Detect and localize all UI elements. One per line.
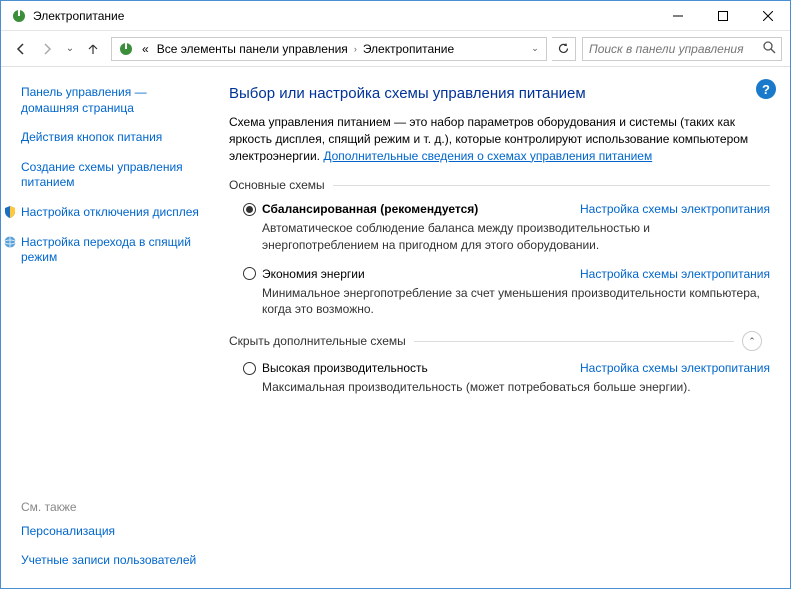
refresh-button[interactable] <box>552 37 576 61</box>
sidebar-link-label: Настройка перехода в спящий режим <box>21 235 201 266</box>
see-also-label: См. также <box>21 500 201 514</box>
plan-description: Минимальное энергопотребление за счет ум… <box>262 285 770 317</box>
power-plan: Экономия энергии Настройка схемы электро… <box>243 267 770 317</box>
page-heading: Выбор или настройка схемы управления пит… <box>229 85 770 102</box>
search-input[interactable] <box>583 42 757 56</box>
power-options-icon <box>118 41 134 57</box>
maximize-button[interactable] <box>700 1 745 30</box>
plan-radio[interactable] <box>243 267 256 280</box>
chevron-up-icon[interactable]: ⌃ <box>742 331 762 351</box>
sidebar-link[interactable]: Настройка перехода в спящий режим <box>3 235 201 266</box>
plan-settings-link[interactable]: Настройка схемы электропитания <box>580 361 770 375</box>
minimize-button[interactable] <box>655 1 700 30</box>
power-plan: Сбалансированная (рекомендуется) Настрой… <box>243 202 770 252</box>
plan-description: Автоматическое соблюдение баланса между … <box>262 220 770 252</box>
help-button[interactable]: ? <box>756 79 776 99</box>
close-button[interactable] <box>745 1 790 30</box>
forward-button[interactable] <box>35 37 59 61</box>
power-plan: Высокая производительность Настройка схе… <box>243 361 770 395</box>
learn-more-link[interactable]: Дополнительные сведения о схемах управле… <box>323 149 652 163</box>
sidebar-link[interactable]: Создание схемы управления питанием <box>21 160 201 191</box>
power-options-icon <box>11 8 27 24</box>
search-box[interactable] <box>582 37 782 61</box>
content-area: ? Выбор или настройка схемы управления п… <box>211 67 790 587</box>
globe-icon <box>3 235 17 249</box>
window-title: Электропитание <box>33 9 655 23</box>
plan-radio[interactable] <box>243 362 256 375</box>
shield-icon <box>3 205 17 219</box>
section-header-extra[interactable]: Скрыть дополнительные схемы ⌃ <box>229 331 770 351</box>
address-dropdown[interactable]: ⌄ <box>526 43 544 54</box>
page-description: Схема управления питанием — это набор па… <box>229 114 770 164</box>
control-panel-home-link[interactable]: Панель управления — домашняя страница <box>21 85 201 116</box>
sidebar-link[interactable]: Действия кнопок питания <box>21 130 201 146</box>
breadcrumb-prefix: « <box>138 42 153 56</box>
plan-description: Максимальная производительность (может п… <box>262 379 770 395</box>
titlebar: Электропитание <box>1 1 790 31</box>
plan-radio[interactable] <box>243 203 256 216</box>
breadcrumb-seg[interactable]: Электропитание <box>359 42 458 56</box>
navbar: ⌄ « Все элементы панели управления › Эле… <box>1 31 790 67</box>
sidebar: Панель управления — домашняя страница Де… <box>1 67 211 587</box>
plan-settings-link[interactable]: Настройка схемы электропитания <box>580 202 770 216</box>
up-button[interactable] <box>81 37 105 61</box>
chevron-right-icon: › <box>352 44 359 54</box>
history-dropdown[interactable]: ⌄ <box>61 37 79 61</box>
plan-name[interactable]: Высокая производительность <box>262 361 580 375</box>
sidebar-link[interactable]: Персонализация <box>21 524 201 540</box>
sidebar-link[interactable]: Настройка отключения дисплея <box>3 205 201 221</box>
section-header-main: Основные схемы <box>229 178 770 192</box>
sidebar-link-label: Настройка отключения дисплея <box>21 205 199 221</box>
search-icon[interactable] <box>757 41 781 57</box>
plan-settings-link[interactable]: Настройка схемы электропитания <box>580 267 770 281</box>
sidebar-link[interactable]: Учетные записи пользователей <box>21 553 201 569</box>
plan-name[interactable]: Сбалансированная (рекомендуется) <box>262 202 580 216</box>
address-bar[interactable]: « Все элементы панели управления › Элект… <box>111 37 547 61</box>
back-button[interactable] <box>9 37 33 61</box>
plan-name[interactable]: Экономия энергии <box>262 267 580 281</box>
breadcrumb-seg[interactable]: Все элементы панели управления <box>153 42 352 56</box>
